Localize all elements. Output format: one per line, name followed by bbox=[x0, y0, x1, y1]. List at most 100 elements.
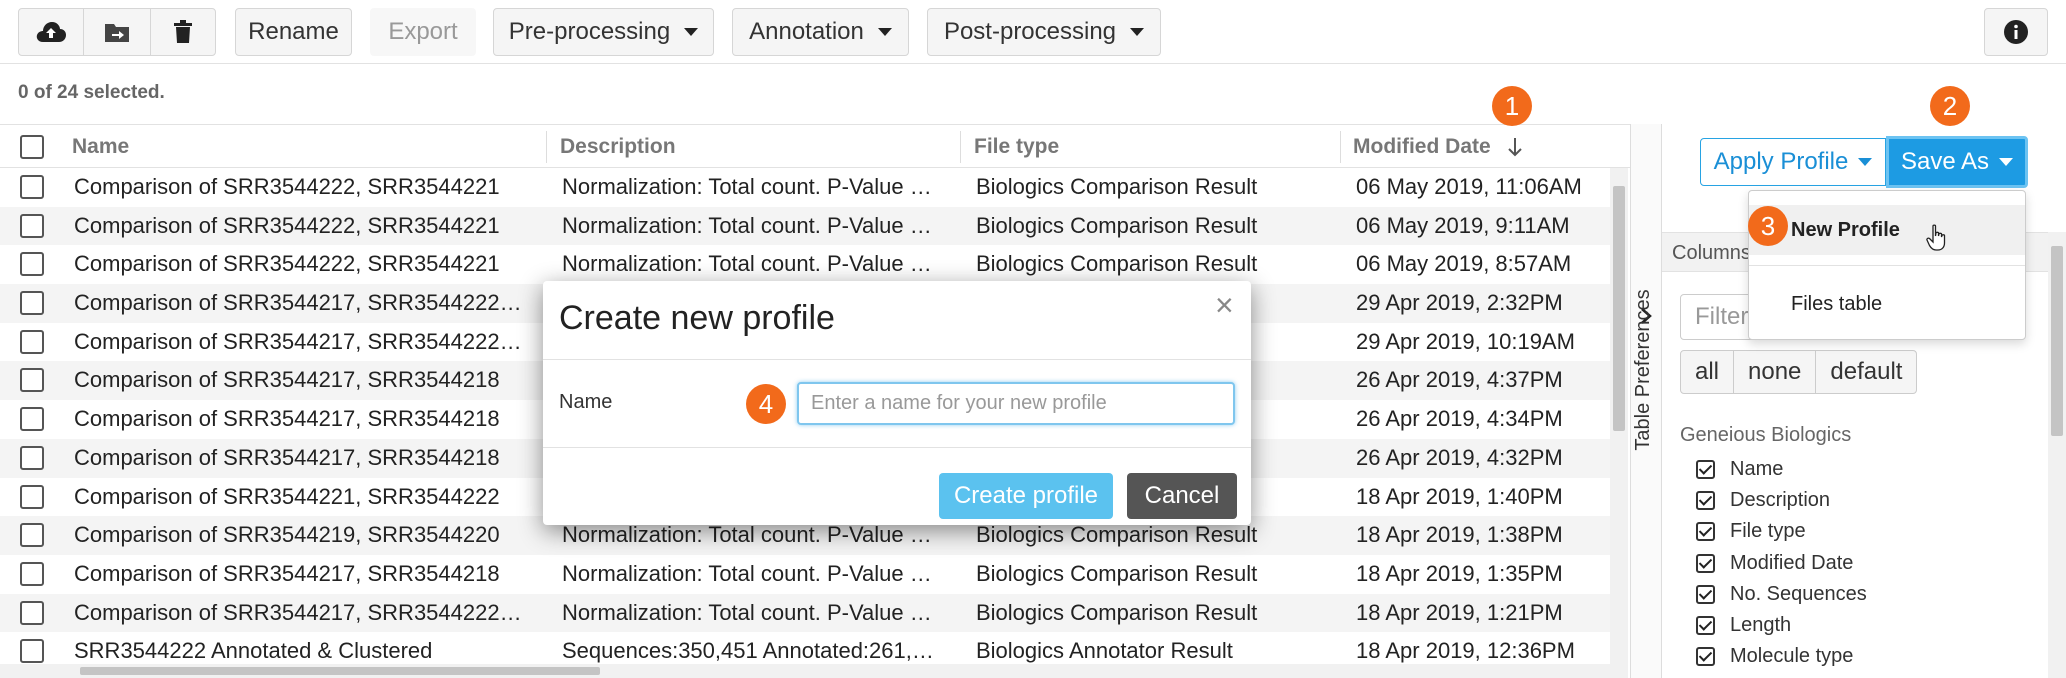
table-row[interactable]: Comparison of SRR3544222, SRR3544221 Norm… bbox=[0, 245, 1610, 284]
apply-profile-label: Apply Profile bbox=[1713, 148, 1849, 175]
checkbox-checked-icon[interactable] bbox=[1696, 584, 1715, 604]
scrollbar-thumb[interactable] bbox=[80, 667, 600, 675]
cell-modified-date: 06 May 2019, 9:11AM bbox=[1356, 212, 1570, 238]
create-profile-label: Create profile bbox=[953, 482, 1099, 509]
trash-icon bbox=[174, 20, 192, 43]
column-resizer[interactable] bbox=[546, 131, 547, 163]
cell-modified-date: 06 May 2019, 11:06AM bbox=[1356, 174, 1582, 199]
profile-name-input[interactable] bbox=[797, 382, 1235, 425]
preset-default-button[interactable]: default bbox=[1815, 350, 1918, 394]
cancel-button[interactable]: Cancel bbox=[1127, 473, 1237, 519]
step-badge-1: 1 bbox=[1492, 86, 1532, 126]
column-toggle-item[interactable]: No. Sequences bbox=[1696, 580, 1867, 611]
create-profile-button[interactable]: Create profile bbox=[939, 473, 1113, 519]
scrollbar-thumb[interactable] bbox=[1613, 186, 1625, 431]
cell-name: Comparison of SRR3544217, SRR3544222… bbox=[74, 328, 522, 354]
column-toggle-label: Length bbox=[1730, 613, 1792, 636]
save-as-label: Save As bbox=[1900, 148, 1990, 175]
postprocessing-dropdown[interactable]: Post-processing bbox=[927, 8, 1161, 56]
postprocessing-label: Post-processing bbox=[943, 18, 1117, 45]
cell-file-type: Biologics Comparison Result bbox=[976, 212, 1258, 238]
column-section-title: Geneious Biologics bbox=[1680, 424, 1852, 446]
table-vertical-scrollbar[interactable] bbox=[1610, 168, 1628, 678]
checkbox-checked-icon[interactable] bbox=[1696, 553, 1715, 573]
row-checkbox[interactable] bbox=[20, 445, 44, 470]
close-icon[interactable]: × bbox=[1215, 287, 1234, 323]
cell-file-type: Biologics Comparison Result bbox=[976, 251, 1258, 277]
preprocessing-dropdown[interactable]: Pre-processing bbox=[493, 8, 714, 56]
row-checkbox[interactable] bbox=[20, 291, 44, 316]
row-checkbox[interactable] bbox=[20, 329, 44, 354]
cell-name: Comparison of SRR3544222, SRR3544221 bbox=[74, 174, 500, 199]
row-checkbox[interactable] bbox=[20, 368, 44, 393]
column-toggle-item[interactable]: Molecule type bbox=[1696, 642, 1867, 673]
cell-modified-date: 18 Apr 2019, 1:40PM bbox=[1356, 483, 1563, 509]
column-header-name[interactable]: Name bbox=[72, 125, 129, 169]
cell-description: Normalization: Total count. P-Value … bbox=[562, 560, 932, 586]
row-checkbox[interactable] bbox=[20, 213, 44, 238]
checkbox-checked-icon[interactable] bbox=[1696, 615, 1715, 635]
apply-profile-button[interactable]: Apply Profile bbox=[1700, 138, 1886, 186]
export-button[interactable]: Export bbox=[370, 8, 476, 56]
checkbox-checked-icon[interactable] bbox=[1696, 491, 1715, 511]
scrollbar-thumb[interactable] bbox=[2051, 246, 2063, 436]
row-checkbox[interactable] bbox=[20, 600, 44, 625]
column-toggle-item[interactable]: Description bbox=[1696, 486, 1867, 517]
profile-name-label: Name bbox=[559, 391, 613, 413]
column-resizer[interactable] bbox=[1340, 131, 1341, 163]
preset-none-button[interactable]: none bbox=[1733, 350, 1817, 394]
column-header-file-type[interactable]: File type bbox=[974, 125, 1059, 169]
cell-modified-date: 29 Apr 2019, 2:32PM bbox=[1356, 290, 1563, 316]
info-button[interactable] bbox=[1984, 8, 2048, 56]
checkbox-checked-icon[interactable] bbox=[1696, 460, 1715, 479]
cell-file-type: Biologics Comparison Result bbox=[976, 560, 1258, 586]
delete-button[interactable] bbox=[150, 8, 216, 56]
row-checkbox[interactable] bbox=[20, 175, 44, 199]
checkbox-checked-icon[interactable] bbox=[1696, 647, 1715, 667]
preferences-scrollbar[interactable] bbox=[2048, 232, 2066, 678]
checkbox-checked-icon[interactable] bbox=[1696, 522, 1715, 542]
column-toggle-item[interactable]: Name bbox=[1696, 455, 1867, 486]
row-checkbox[interactable] bbox=[20, 407, 44, 432]
table-row[interactable]: Comparison of SRR3544222, SRR3544221 Norm… bbox=[0, 168, 1610, 207]
preset-all-button[interactable]: all bbox=[1680, 350, 1735, 394]
menu-item-new-profile[interactable]: New Profile bbox=[1749, 205, 2025, 255]
column-toggle-item[interactable]: File type bbox=[1696, 517, 1867, 548]
save-as-dropdown-menu: New Profile Files table bbox=[1748, 190, 2026, 340]
save-as-button[interactable]: Save As bbox=[1886, 136, 2028, 188]
table-row[interactable]: Comparison of SRR3544217, SRR3544222… Nor… bbox=[0, 593, 1610, 633]
table-horizontal-scrollbar[interactable] bbox=[0, 664, 1610, 678]
cell-modified-date: 26 Apr 2019, 4:37PM bbox=[1356, 367, 1563, 393]
upload-button[interactable] bbox=[18, 8, 84, 56]
rename-button[interactable]: Rename bbox=[235, 8, 352, 56]
row-checkbox[interactable] bbox=[20, 639, 44, 664]
cell-name: Comparison of SRR3544217, SRR3544218 bbox=[74, 406, 500, 432]
import-folder-button[interactable] bbox=[83, 8, 151, 56]
column-header-description[interactable]: Description bbox=[560, 125, 676, 169]
cancel-label: Cancel bbox=[1144, 482, 1220, 509]
table-row[interactable]: Comparison of SRR3544222, SRR3544221 Norm… bbox=[0, 206, 1610, 246]
row-checkbox[interactable] bbox=[20, 484, 44, 509]
annotation-label: Annotation bbox=[749, 18, 864, 45]
annotation-dropdown[interactable]: Annotation bbox=[732, 8, 909, 56]
column-toggle-label: Modified Date bbox=[1730, 551, 1854, 574]
cell-description: Normalization: Total count. P-Value … bbox=[562, 212, 932, 238]
column-toggle-item[interactable]: Modified Date bbox=[1696, 549, 1867, 580]
cell-name: Comparison of SRR3544221, SRR3544222 bbox=[74, 483, 500, 509]
row-checkbox[interactable] bbox=[20, 252, 44, 277]
row-checkbox[interactable] bbox=[20, 561, 44, 586]
info-icon bbox=[2004, 20, 2028, 44]
preprocessing-label: Pre-processing bbox=[508, 18, 671, 45]
select-all-checkbox[interactable] bbox=[20, 135, 44, 159]
menu-item-files-table[interactable]: Files table bbox=[1749, 279, 2025, 329]
step-badge-2: 2 bbox=[1930, 86, 1970, 126]
column-resizer[interactable] bbox=[960, 131, 961, 163]
dialog-title: Create new profile bbox=[559, 299, 835, 337]
column-toggle-label: Name bbox=[1730, 458, 1784, 480]
dialog-divider bbox=[543, 447, 1251, 448]
table-row[interactable]: Comparison of SRR3544217, SRR3544218 Norm… bbox=[0, 555, 1610, 594]
row-checkbox[interactable] bbox=[20, 523, 44, 548]
column-toggle-item[interactable]: Length bbox=[1696, 611, 1867, 642]
toolbar: Rename Export Pre-processing Annotation … bbox=[0, 0, 2066, 64]
column-header-modified-date[interactable]: Modified Date bbox=[1353, 125, 1523, 169]
